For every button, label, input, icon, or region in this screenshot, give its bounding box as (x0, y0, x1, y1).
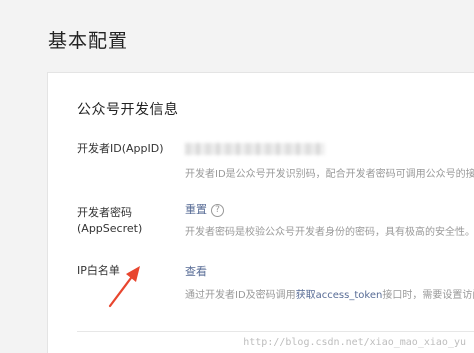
appid-label: 开发者ID(AppID) (77, 142, 164, 155)
appsecret-desc: 开发者密码是校验公众号开发者身份的密码，具有极高的安全性。切 (185, 227, 474, 238)
appid-value-redacted (185, 143, 325, 155)
appsecret-label-line2: (AppSecret) (77, 222, 143, 235)
annotation-arrow-icon (108, 266, 140, 308)
config-panel: 公众号开发信息 开发者ID(AppID) 开发者ID是公众号开发识别码，配合开发… (47, 72, 474, 353)
access-token-link[interactable]: 获取access_token (296, 290, 383, 301)
section-title: 公众号开发信息 (77, 102, 179, 118)
appid-desc: 开发者ID是公众号开发识别码，配合开发者密码可调用公众号的接口 (185, 169, 474, 180)
desc-prefix: 通过开发者ID及密码调用 (185, 290, 296, 301)
page-title: 基本配置 (48, 30, 129, 52)
appsecret-actions: 重置? (185, 201, 224, 217)
ip-whitelist-desc: 通过开发者ID及密码调用获取access_token接口时，需要设置访问来 (185, 286, 474, 301)
divider (77, 331, 474, 332)
watermark: http://blog.csdn.net/xiao_mao_xiao_yu (243, 337, 466, 348)
appsecret-label: 开发者密码 (AppSecret) (77, 205, 142, 237)
view-button[interactable]: 查看 (185, 263, 207, 279)
desc-suffix: 接口时，需要设置访问来 (382, 290, 474, 301)
reset-button[interactable]: 重置 (185, 203, 207, 216)
help-icon[interactable]: ? (211, 203, 224, 217)
appsecret-label-line1: 开发者密码 (77, 206, 132, 219)
